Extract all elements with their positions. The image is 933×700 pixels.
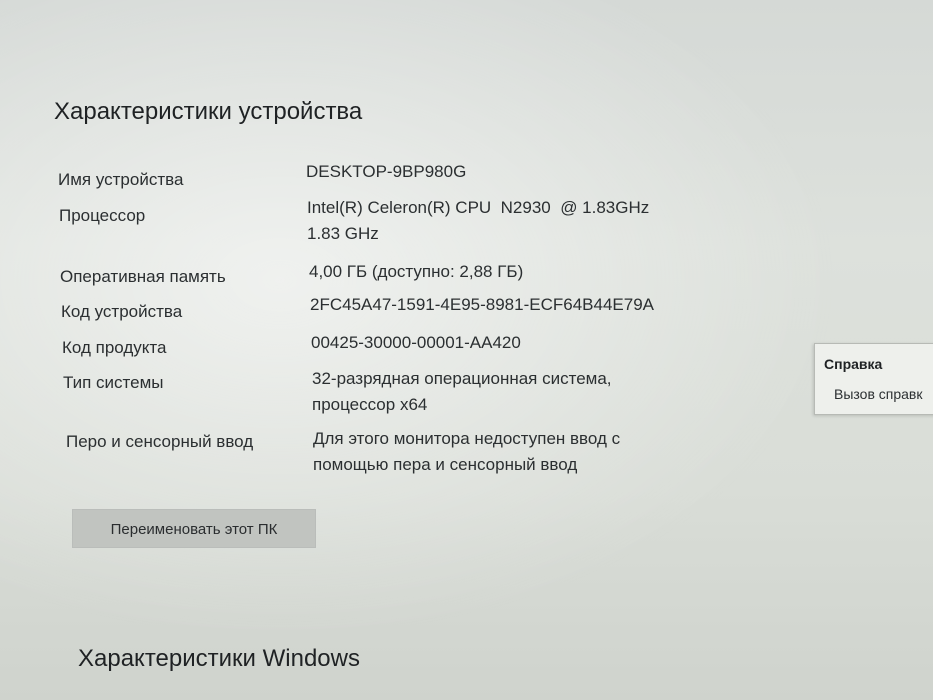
help-title: Справка xyxy=(824,356,883,372)
device-id-value-line: 2FC45A47-1591-4E95-8981-ECF64B44E79A xyxy=(310,295,655,314)
processor-value: Intel(R) Celeron(R) CPU N2930 @ 1.83GHz … xyxy=(307,195,649,247)
device-specs-title: Характеристики устройства xyxy=(54,98,363,125)
system-type-label: Тип системы xyxy=(63,373,164,392)
get-help-link[interactable]: Вызов справк xyxy=(834,386,923,402)
pen-touch-value-line-1: Для этого монитора недоступен ввод с xyxy=(313,429,621,448)
processor-value-line-1: Intel(R) Celeron(R) CPU N2930 @ 1.83GHz xyxy=(307,198,650,217)
ram-value-line: 4,00 ГБ (доступно: 2,88 ГБ) xyxy=(309,262,524,281)
device-id-label: Код устройства xyxy=(61,302,183,321)
system-type-value: 32-разрядная операционная система, проце… xyxy=(312,366,612,418)
pen-touch-label: Перо и сенсорный ввод xyxy=(66,432,254,451)
pen-touch-value-line-2: помощью пера и сенсорный ввод xyxy=(313,455,578,474)
device-name-value-line: DESKTOP-9BP980G xyxy=(306,162,467,181)
ram-label: Оперативная память xyxy=(60,267,226,286)
device-name-label: Имя устройства xyxy=(58,170,184,189)
product-id-value: 00425-30000-00001-AA420 xyxy=(311,330,521,356)
product-id-value-line: 00425-30000-00001-AA420 xyxy=(311,333,521,352)
product-id-label: Код продукта xyxy=(62,338,167,357)
processor-value-line-2: 1.83 GHz xyxy=(307,224,379,243)
rename-pc-button[interactable]: Переименовать этот ПК xyxy=(72,509,316,548)
device-id-value: 2FC45A47-1591-4E95-8981-ECF64B44E79A xyxy=(310,292,654,318)
system-type-value-line-1: 32-разрядная операционная система, xyxy=(312,369,612,388)
device-name-value: DESKTOP-9BP980G xyxy=(306,159,466,185)
help-panel: Справка Вызов справк xyxy=(814,343,933,415)
system-type-value-line-2: процессор x64 xyxy=(312,395,428,414)
ram-value: 4,00 ГБ (доступно: 2,88 ГБ) xyxy=(309,259,523,285)
windows-specs-title: Характеристики Windows xyxy=(78,645,360,672)
processor-label: Процессор xyxy=(59,206,146,225)
pen-touch-value: Для этого монитора недоступен ввод с пом… xyxy=(313,426,620,478)
